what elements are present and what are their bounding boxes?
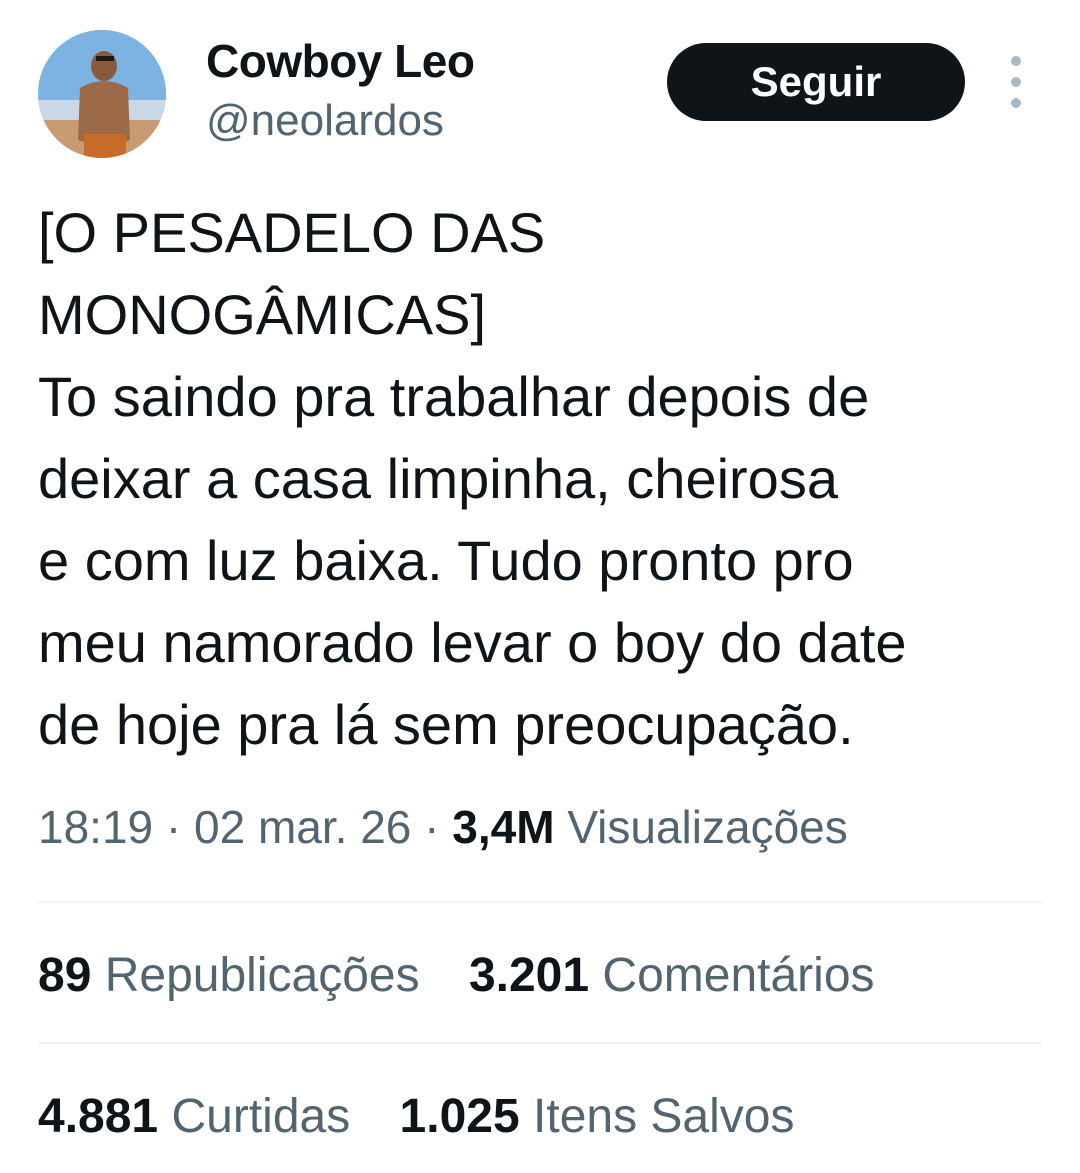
tweet-text-line: [O PESADELO DAS (38, 201, 546, 264)
more-vertical-icon[interactable] (996, 56, 1036, 108)
tweet-meta: 18:19 · 02 mar. 26 · 3,4M Visualizações (38, 800, 848, 854)
reposts-label: Republicações (104, 949, 420, 1002)
avatar[interactable] (38, 30, 166, 158)
saves-count: 1.025 (399, 1090, 520, 1143)
likes-stat[interactable]: 4.881 Curtidas (38, 1089, 350, 1144)
saves-label: Itens Salvos (533, 1090, 795, 1143)
meta-separator: · (424, 801, 440, 853)
stats-row-likes: 4.881 Curtidas 1.025 Itens Salvos (38, 1089, 830, 1144)
tweet-date[interactable]: 02 mar. 26 (194, 801, 411, 853)
avatar-photo (38, 30, 166, 158)
more-dot (1011, 56, 1021, 66)
reposts-stat[interactable]: 89 Republicações (38, 948, 420, 1003)
comments-stat[interactable]: 3.201 Comentários (469, 948, 875, 1003)
more-dot (1011, 98, 1021, 108)
tweet-text-line: e com luz baixa. Tudo pronto pro (38, 529, 854, 592)
saves-stat[interactable]: 1.025 Itens Salvos (400, 1089, 795, 1144)
comments-label: Comentários (602, 949, 875, 1002)
tweet-text-line: To saindo pra trabalhar depois de (38, 365, 870, 428)
tweet-text-line: deixar a casa limpinha, cheirosa (38, 447, 838, 510)
tweet-text-line: MONOGÂMICAS] (38, 283, 487, 346)
comments-count: 3.201 (468, 949, 590, 1002)
stats-row-engagement: 89 Republicações 3.201 Comentários (38, 948, 911, 1003)
tweet-text-line: de hoje pra lá sem preocupação. (38, 693, 854, 756)
tweet-text: [O PESADELO DAS MONOGÂMICAS] To saindo p… (38, 192, 1058, 766)
follow-button[interactable]: Seguir (667, 43, 965, 121)
user-handle[interactable]: @neolardos (206, 96, 444, 146)
tweet-text-line: meu namorado levar o boy do date (38, 611, 907, 674)
display-name[interactable]: Cowboy Leo (206, 34, 475, 88)
tweet-time[interactable]: 18:19 (38, 801, 153, 853)
views-label: Visualizações (567, 801, 848, 853)
divider (38, 1042, 1042, 1044)
divider (38, 901, 1042, 903)
likes-count: 4.881 (38, 1090, 159, 1143)
reposts-count: 89 (38, 949, 92, 1002)
likes-label: Curtidas (171, 1090, 351, 1143)
views-count: 3,4M (452, 801, 555, 853)
meta-separator: · (165, 801, 182, 853)
more-dot (1011, 77, 1021, 87)
